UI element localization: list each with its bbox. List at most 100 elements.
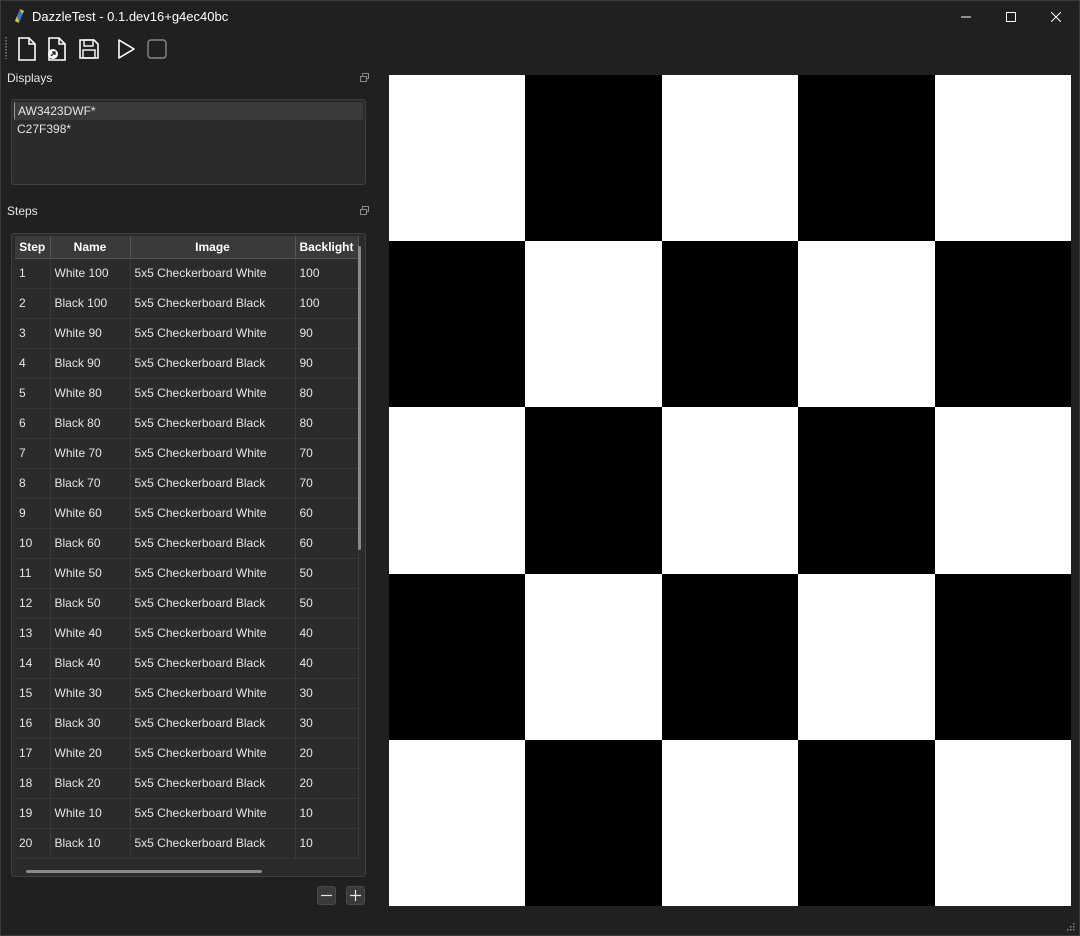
table-cell-backlight: 50 (295, 558, 359, 589)
column-header-name[interactable]: Name (50, 236, 131, 259)
table-cell-backlight: 60 (295, 528, 359, 559)
table-cell-step: 4 (15, 348, 51, 379)
table-row[interactable]: 13 White 40 5x5 Checkerboard White 40 (15, 618, 359, 649)
table-cell-name: White 20 (50, 738, 131, 769)
table-row[interactable]: 10 Black 60 5x5 Checkerboard Black 60 (15, 528, 359, 559)
table-cell-image: 5x5 Checkerboard Black (130, 528, 296, 559)
resize-grip-icon[interactable] (1065, 921, 1075, 931)
window-title: DazzleTest - 0.1.dev16+g4ec40bc (32, 9, 229, 24)
minimize-icon (961, 16, 971, 17)
table-cell-name: Black 60 (50, 528, 131, 559)
table-cell-step: 12 (15, 588, 51, 619)
table-row[interactable]: 18 Black 20 5x5 Checkerboard Black 20 (15, 768, 359, 799)
toolbar (1, 32, 1079, 65)
checker-square-white (389, 739, 526, 907)
table-row[interactable]: 15 White 30 5x5 Checkerboard White 30 (15, 678, 359, 709)
play-icon (118, 39, 135, 59)
table-cell-backlight: 20 (295, 738, 359, 769)
table-cell-image: 5x5 Checkerboard White (130, 558, 296, 589)
stop-button[interactable] (143, 35, 171, 63)
table-cell-step: 16 (15, 708, 51, 739)
displays-list[interactable]: AW3423DWF* C27F398* (11, 99, 366, 185)
table-cell-backlight: 70 (295, 438, 359, 469)
checker-square-white (934, 75, 1072, 242)
table-cell-image: 5x5 Checkerboard Black (130, 648, 296, 679)
table-cell-image: 5x5 Checkerboard White (130, 378, 296, 409)
title-bar[interactable]: DazzleTest - 0.1.dev16+g4ec40bc (1, 1, 1079, 32)
add-step-button[interactable] (346, 886, 365, 905)
table-row[interactable]: 2 Black 100 5x5 Checkerboard Black 100 (15, 288, 359, 319)
table-cell-backlight: 40 (295, 648, 359, 679)
remove-step-button[interactable] (317, 886, 336, 905)
horizontal-scrollbar[interactable] (26, 870, 262, 873)
table-cell-image: 5x5 Checkerboard White (130, 798, 296, 829)
checker-square-black (934, 573, 1072, 741)
table-row[interactable]: 17 White 20 5x5 Checkerboard White 20 (15, 738, 359, 769)
table-cell-step: 7 (15, 438, 51, 469)
table-cell-backlight: 80 (295, 378, 359, 409)
open-file-icon (48, 37, 66, 61)
table-row[interactable]: 3 White 90 5x5 Checkerboard White 90 (15, 318, 359, 349)
table-cell-image: 5x5 Checkerboard White (130, 738, 296, 769)
new-file-icon (18, 37, 36, 61)
table-cell-backlight: 90 (295, 348, 359, 379)
table-row[interactable]: 12 Black 50 5x5 Checkerboard Black 50 (15, 588, 359, 619)
display-item[interactable]: AW3423DWF* (14, 102, 363, 120)
vertical-scrollbar[interactable] (358, 246, 361, 550)
table-cell-name: Black 20 (50, 768, 131, 799)
table-cell-image: 5x5 Checkerboard Black (130, 768, 296, 799)
toolbar-grip[interactable] (5, 37, 7, 59)
open-button[interactable] (43, 35, 71, 63)
table-cell-backlight: 80 (295, 408, 359, 439)
close-button[interactable] (1033, 1, 1079, 32)
table-cell-backlight: 90 (295, 318, 359, 349)
column-header-backlight[interactable]: Backlight (295, 236, 359, 259)
checker-square-white (934, 407, 1072, 575)
table-cell-name: White 100 (50, 258, 131, 289)
maximize-button[interactable] (988, 1, 1034, 32)
steps-table-panel: Step Name Image Backlight 1 White 100 5x5 Che… (11, 233, 366, 877)
table-row[interactable]: 19 White 10 5x5 Checkerboard White 10 (15, 798, 359, 829)
float-dock-icon[interactable] (360, 206, 369, 215)
table-cell-backlight: 30 (295, 708, 359, 739)
checker-square-white (661, 407, 799, 575)
play-button[interactable] (112, 35, 140, 63)
table-row[interactable]: 8 Black 70 5x5 Checkerboard Black 70 (15, 468, 359, 499)
save-button[interactable] (75, 35, 103, 63)
table-row[interactable]: 16 Black 30 5x5 Checkerboard Black 30 (15, 708, 359, 739)
table-cell-name: White 60 (50, 498, 131, 529)
table-row[interactable]: 20 Black 10 5x5 Checkerboard Black 10 (15, 828, 359, 859)
minimize-button[interactable] (943, 1, 989, 32)
table-cell-step: 19 (15, 798, 51, 829)
table-row[interactable]: 4 Black 90 5x5 Checkerboard Black 90 (15, 348, 359, 379)
display-item[interactable]: C27F398* (14, 120, 363, 138)
checker-square-white (798, 241, 936, 408)
checker-square-white (798, 573, 936, 741)
checker-square-white (661, 75, 799, 242)
table-header-row: Step Name Image Backlight (15, 236, 359, 259)
checker-square-black (389, 241, 526, 408)
table-cell-step: 20 (15, 828, 51, 859)
table-cell-name: Black 90 (50, 348, 131, 379)
table-row[interactable]: 7 White 70 5x5 Checkerboard White 70 (15, 438, 359, 469)
checker-square-white (525, 241, 663, 408)
app-window: DazzleTest - 0.1.dev16+g4ec40bc Displays… (0, 0, 1080, 936)
column-header-step[interactable]: Step (15, 236, 51, 259)
table-row[interactable]: 1 White 100 5x5 Checkerboard White 100 (15, 258, 359, 289)
table-cell-backlight: 100 (295, 258, 359, 289)
table-cell-image: 5x5 Checkerboard White (130, 438, 296, 469)
table-cell-step: 11 (15, 558, 51, 589)
table-row[interactable]: 11 White 50 5x5 Checkerboard White 50 (15, 558, 359, 589)
table-row[interactable]: 6 Black 80 5x5 Checkerboard Black 80 (15, 408, 359, 439)
table-cell-name: Black 40 (50, 648, 131, 679)
table-row[interactable]: 5 White 80 5x5 Checkerboard White 80 (15, 378, 359, 409)
displays-dock-title: Displays (1, 67, 377, 89)
table-row[interactable]: 9 White 60 5x5 Checkerboard White 60 (15, 498, 359, 529)
table-cell-step: 10 (15, 528, 51, 559)
column-header-image[interactable]: Image (130, 236, 296, 259)
float-dock-icon[interactable] (360, 73, 369, 82)
table-cell-backlight: 50 (295, 588, 359, 619)
table-row[interactable]: 14 Black 40 5x5 Checkerboard Black 40 (15, 648, 359, 679)
table-cell-backlight: 20 (295, 768, 359, 799)
new-button[interactable] (13, 35, 41, 63)
